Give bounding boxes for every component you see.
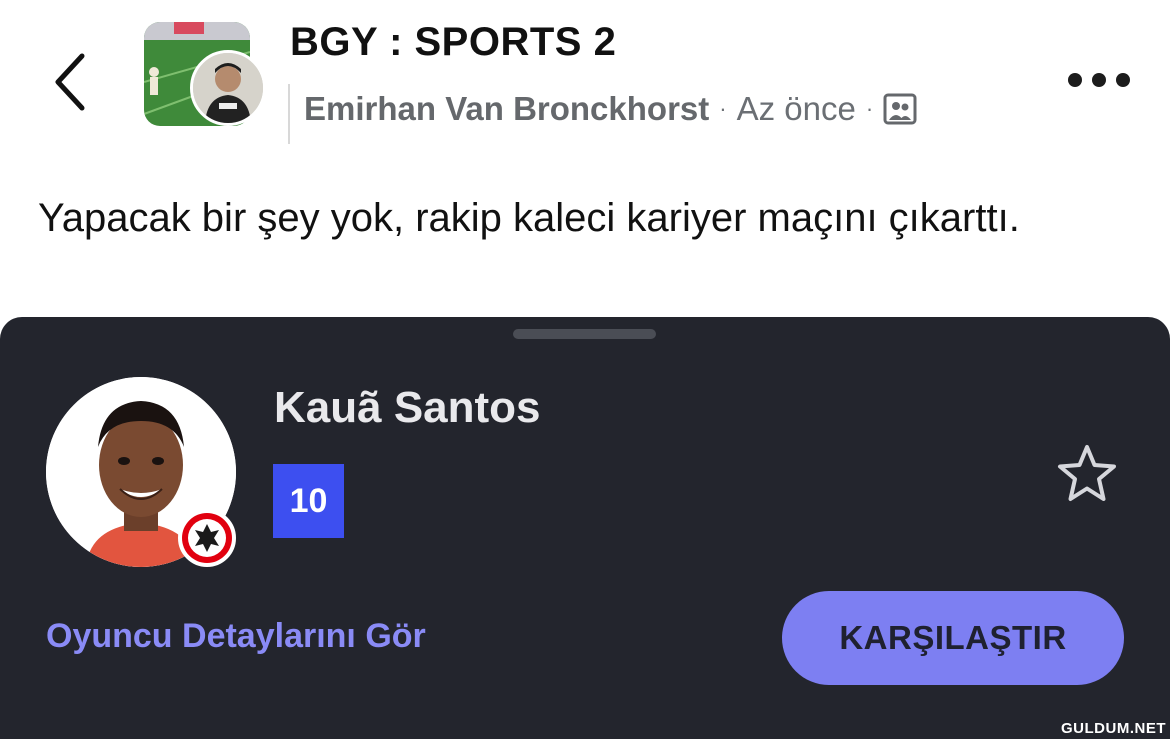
meta-divider (288, 84, 290, 144)
back-button[interactable] (50, 50, 94, 114)
members-icon[interactable] (883, 92, 917, 126)
more-dots-icon (1068, 73, 1082, 87)
star-outline-icon (1058, 445, 1116, 501)
author-name[interactable]: Emirhan Van Bronckhorst (304, 90, 709, 128)
watermark: GULDUM.NET (1061, 720, 1166, 737)
meta-separator: · (865, 96, 874, 121)
post-meta: Emirhan Van Bronckhorst · Az önce · (304, 90, 917, 128)
player-name: Kauã Santos (274, 383, 541, 432)
compare-button[interactable]: KARŞILAŞTIR (782, 591, 1124, 685)
player-details-link[interactable]: Oyuncu Detaylarını Gör (46, 617, 426, 656)
meta-separator: · (719, 96, 727, 121)
player-card: Kauã Santos 10 Oyuncu Detaylarını Gör KA… (0, 317, 1170, 739)
club-badge-icon (178, 509, 236, 567)
favorite-button[interactable] (1056, 443, 1118, 505)
post-text: Yapacak bir şey yok, rakip kaleci kariye… (38, 196, 1020, 240)
group-name[interactable]: BGY : SPORTS 2 (290, 20, 616, 65)
more-options-button[interactable] (1068, 64, 1130, 96)
jersey-number-badge: 10 (273, 464, 344, 538)
author-avatar[interactable] (190, 50, 266, 126)
chevron-left-icon (55, 53, 85, 111)
post-timestamp[interactable]: Az önce (737, 90, 856, 128)
drag-handle[interactable] (513, 329, 656, 339)
